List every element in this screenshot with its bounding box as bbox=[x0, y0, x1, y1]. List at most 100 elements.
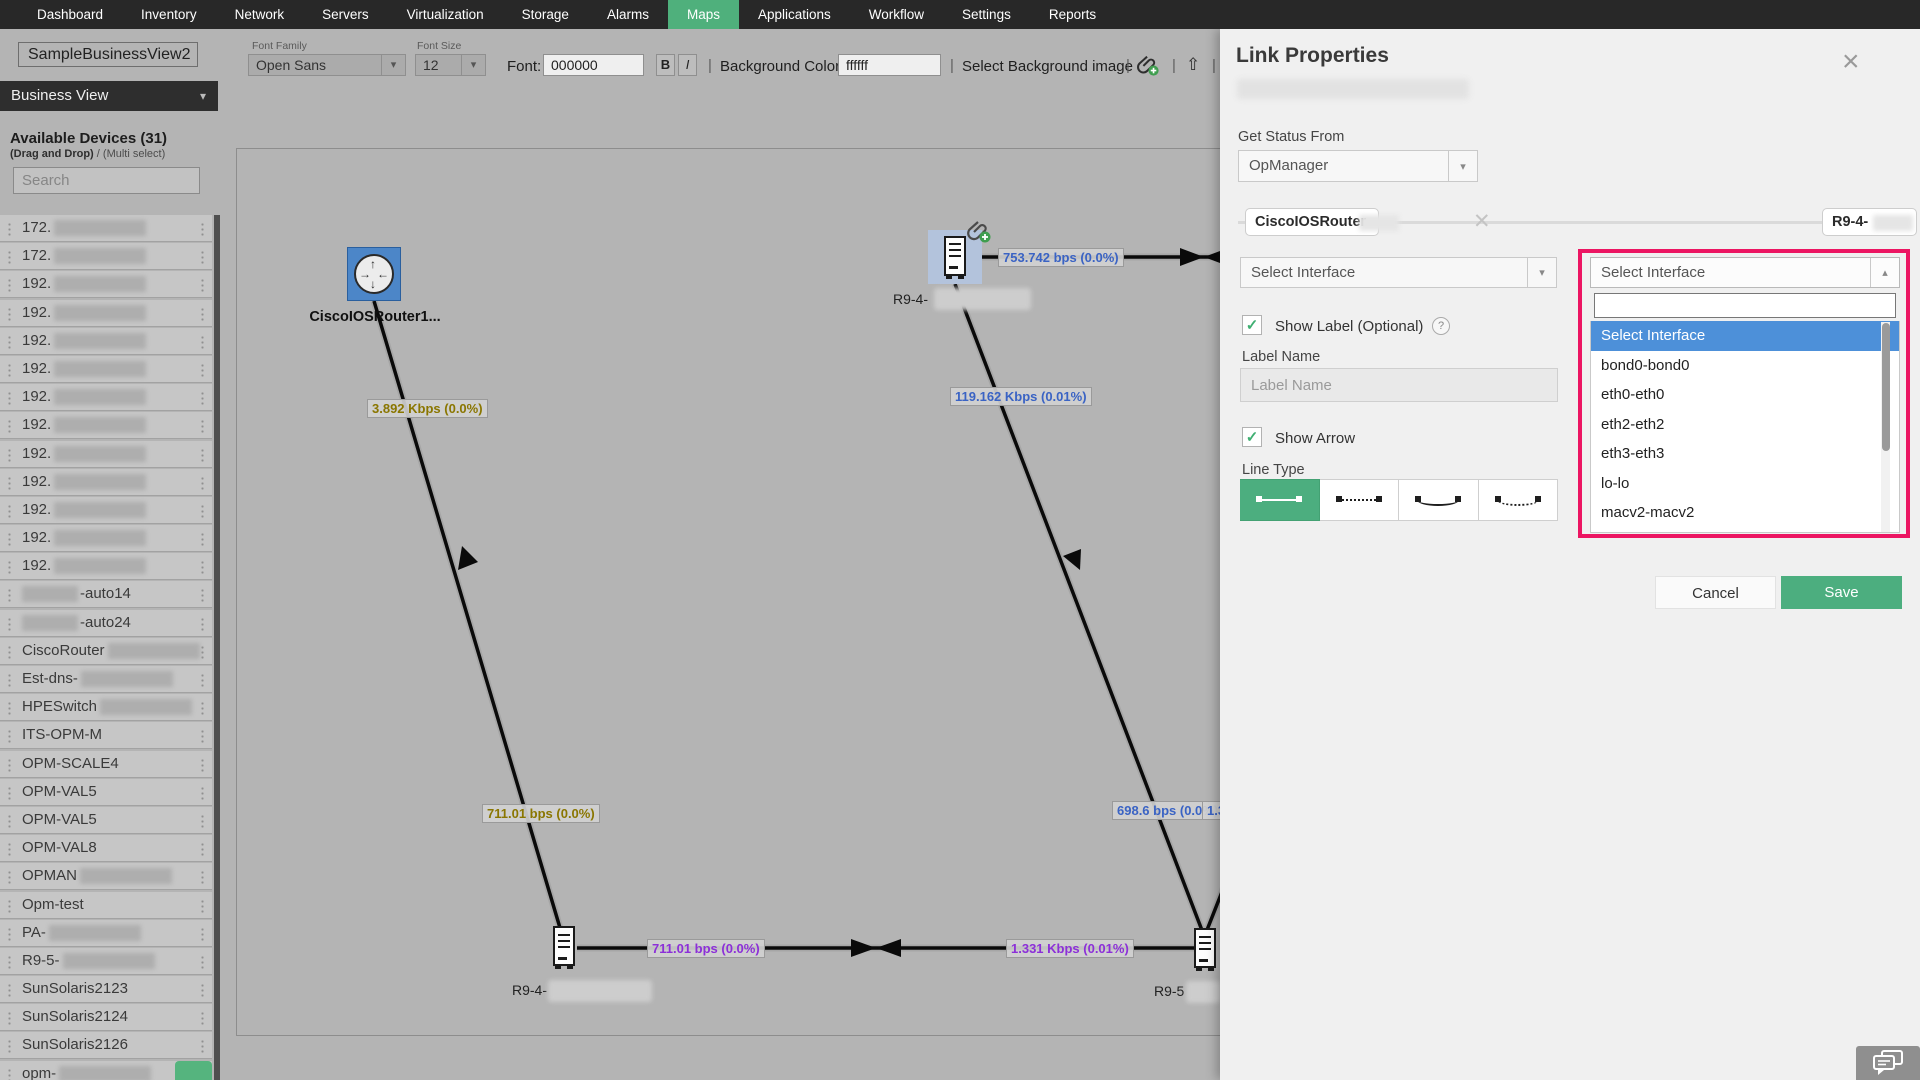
dropdown-scrollbar-thumb[interactable] bbox=[1882, 323, 1890, 451]
cancel-button[interactable]: Cancel bbox=[1655, 576, 1776, 609]
interface-option[interactable]: Select Interface bbox=[1591, 321, 1899, 351]
redacted-text bbox=[54, 417, 146, 433]
interface-option[interactable]: eth2-eth2 bbox=[1591, 410, 1899, 440]
nav-item[interactable]: Dashboard bbox=[18, 0, 122, 29]
device-list-item[interactable]: 192. bbox=[0, 441, 212, 468]
device-list-item[interactable]: 192. bbox=[0, 271, 212, 298]
device-list-item[interactable]: -auto24 bbox=[0, 610, 212, 637]
nav-item[interactable]: Maps bbox=[668, 0, 739, 29]
device-list-item[interactable]: OPM-VAL8 bbox=[0, 835, 212, 862]
redacted-text bbox=[54, 305, 146, 321]
device-list-item[interactable]: SunSolaris2124 bbox=[0, 1004, 212, 1031]
device-list-item[interactable]: OPM-VAL5 bbox=[0, 807, 212, 834]
device-list-item[interactable]: 192. bbox=[0, 356, 212, 383]
endpoint-left-name: CiscoIOSRouter bbox=[1255, 214, 1366, 230]
device-list-item[interactable]: OPMAN bbox=[0, 863, 212, 890]
redacted-text bbox=[1873, 215, 1913, 231]
help-icon[interactable]: ? bbox=[1432, 317, 1450, 335]
redacted-text bbox=[54, 558, 146, 574]
line-style-glyph bbox=[1495, 494, 1541, 506]
device-list-item[interactable]: 192. bbox=[0, 300, 212, 327]
nav-item[interactable]: Servers bbox=[303, 0, 388, 29]
line-type-option[interactable] bbox=[1320, 479, 1400, 521]
sidebar: Business View ▾ Available Devices (31) (… bbox=[0, 29, 222, 1080]
node-r95[interactable] bbox=[1194, 928, 1218, 977]
line-type-label: Line Type bbox=[1242, 462, 1305, 478]
nav-item[interactable]: Settings bbox=[943, 0, 1030, 29]
nav-item[interactable]: Alarms bbox=[588, 0, 668, 29]
device-list-item[interactable]: Opm-test bbox=[0, 892, 212, 919]
redacted-text bbox=[63, 953, 155, 969]
device-list-item[interactable]: OPM-SCALE4 bbox=[0, 751, 212, 778]
label-name-label: Label Name bbox=[1242, 349, 1320, 365]
device-list-item[interactable]: 192. bbox=[0, 328, 212, 355]
line-type-option[interactable] bbox=[1240, 479, 1320, 521]
node-cisco-router[interactable]: ↑↓→← bbox=[347, 247, 401, 301]
nav-item[interactable]: Virtualization bbox=[388, 0, 503, 29]
device-label: SunSolaris2123 bbox=[22, 980, 128, 997]
device-list-item[interactable]: 192. bbox=[0, 384, 212, 411]
bowtie-arrow bbox=[876, 939, 901, 957]
chevron-down-icon: ▾ bbox=[1448, 151, 1477, 181]
device-label: OPM-VAL8 bbox=[22, 839, 97, 856]
nav-item[interactable]: Applications bbox=[739, 0, 850, 29]
interface-left-dropdown[interactable]: Select Interface ▾ bbox=[1240, 257, 1557, 288]
device-list-item[interactable]: 192. bbox=[0, 525, 212, 552]
show-arrow-checkbox[interactable]: ✓ bbox=[1242, 427, 1262, 447]
device-label: Est-dns- bbox=[22, 670, 78, 687]
nav-item[interactable]: Storage bbox=[503, 0, 588, 29]
node-label-r94-bottom: R9-4- bbox=[512, 982, 547, 998]
device-search-input[interactable] bbox=[13, 167, 200, 194]
view-type-dropdown[interactable]: Business View ▾ bbox=[0, 81, 218, 111]
view-name-input[interactable] bbox=[18, 42, 198, 67]
device-list-item[interactable]: 192. bbox=[0, 497, 212, 524]
nav-item[interactable]: Workflow bbox=[850, 0, 943, 29]
interface-option[interactable]: bond0-bond0 bbox=[1591, 351, 1899, 381]
device-list-item[interactable]: SunSolaris2126 bbox=[0, 1032, 212, 1059]
node-r94-bottom[interactable] bbox=[553, 926, 577, 975]
interface-right-dropdown[interactable]: Select Interface ▴ bbox=[1590, 257, 1900, 288]
redacted-text bbox=[54, 474, 146, 490]
device-label: 192. bbox=[22, 275, 51, 292]
feedback-chat-button[interactable] bbox=[1856, 1046, 1920, 1080]
device-list-item[interactable]: 192. bbox=[0, 412, 212, 439]
line-type-option[interactable] bbox=[1479, 479, 1559, 521]
device-list-item[interactable]: ITS-OPM-M bbox=[0, 722, 212, 749]
device-list-item[interactable]: SunSolaris2123 bbox=[0, 976, 212, 1003]
device-list-item[interactable]: PA- bbox=[0, 920, 212, 947]
show-label-checkbox[interactable]: ✓ bbox=[1242, 315, 1262, 335]
redacted-text bbox=[54, 248, 146, 264]
device-list-item[interactable]: CiscoRouter bbox=[0, 638, 212, 665]
close-icon[interactable]: × bbox=[1842, 47, 1860, 77]
device-list-item[interactable]: 192. bbox=[0, 553, 212, 580]
save-button[interactable]: Save bbox=[1781, 576, 1902, 609]
traffic-label: 711.01 bps (0.0%) bbox=[482, 804, 600, 823]
device-list-item[interactable]: 172. bbox=[0, 215, 212, 242]
device-list-item[interactable]: R9-5- bbox=[0, 948, 212, 975]
device-list-item[interactable]: HPESwitch bbox=[0, 694, 212, 721]
paperclip-attach-icon[interactable] bbox=[966, 218, 992, 249]
interface-option[interactable]: eth3-eth3 bbox=[1591, 439, 1899, 469]
sidebar-scrollbar[interactable] bbox=[214, 215, 220, 1080]
device-list-item[interactable]: 192. bbox=[0, 469, 212, 496]
device-list-item[interactable]: OPM-VAL5 bbox=[0, 779, 212, 806]
label-name-input[interactable] bbox=[1240, 368, 1558, 402]
interface-option[interactable]: eth0-eth0 bbox=[1591, 380, 1899, 410]
nav-item[interactable]: Inventory bbox=[122, 0, 216, 29]
device-list-item[interactable]: 172. bbox=[0, 243, 212, 270]
device-list-item[interactable]: -auto14 bbox=[0, 581, 212, 608]
redacted-text bbox=[100, 699, 192, 715]
redacted-text bbox=[548, 980, 652, 1002]
view-type-label: Business View bbox=[11, 87, 108, 104]
device-list-item[interactable]: Est-dns- bbox=[0, 666, 212, 693]
line-type-option[interactable] bbox=[1399, 479, 1479, 521]
line-style-glyph bbox=[1415, 494, 1461, 506]
nav-item[interactable]: Reports bbox=[1030, 0, 1115, 29]
get-status-from-dropdown[interactable]: OpManager ▾ bbox=[1238, 150, 1478, 182]
nav-item[interactable]: Network bbox=[216, 0, 304, 29]
support-chat-badge[interactable] bbox=[175, 1061, 212, 1080]
interface-option[interactable]: macv2-macv2 bbox=[1591, 498, 1899, 528]
panel-title: Link Properties bbox=[1236, 44, 1389, 68]
interface-option[interactable]: lo-lo bbox=[1591, 469, 1899, 499]
interface-search-input[interactable] bbox=[1594, 293, 1896, 318]
